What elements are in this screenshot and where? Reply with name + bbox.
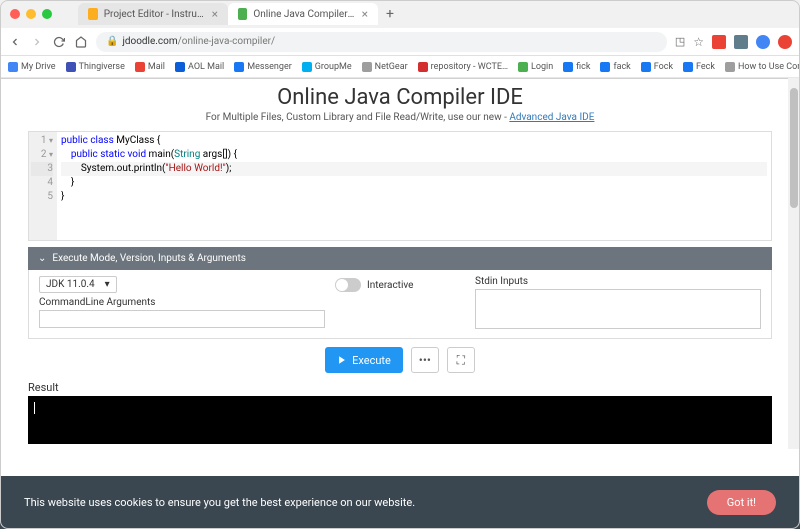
stdin-label: Stdin Inputs [475, 276, 761, 287]
qr-icon[interactable]: ◳ [675, 35, 685, 48]
window-close[interactable] [10, 9, 20, 19]
window-controls: Project Editor - Instructables × Online … [0, 0, 800, 28]
cookie-banner: This website uses cookies to ensure you … [0, 476, 800, 529]
ext-icon[interactable] [734, 35, 748, 49]
execute-button[interactable]: Execute [325, 347, 403, 373]
favicon-icon [238, 8, 247, 20]
bookmark-item[interactable]: Login [518, 62, 553, 72]
cmd-args-input[interactable] [39, 310, 325, 328]
page-subtitle: For Multiple Files, Custom Library and F… [28, 112, 772, 123]
jdk-select[interactable]: JDK 11.0.4 ▾ [39, 276, 117, 293]
cookie-accept-button[interactable]: Got it! [707, 490, 776, 515]
bookmark-item[interactable]: Mail [135, 62, 165, 72]
page-content: Online Java Compiler IDE For Multiple Fi… [0, 79, 800, 444]
favicon-icon [88, 8, 98, 20]
bookmark-item[interactable]: Fock [641, 62, 673, 72]
exec-panel-body: JDK 11.0.4 ▾ CommandLine Arguments Inter… [28, 270, 772, 339]
bookmark-item[interactable]: repository - WCTE… [418, 62, 508, 72]
more-button[interactable]: ••• [411, 347, 439, 373]
bookmark-item[interactable]: Thingiverse [66, 62, 125, 72]
window-maximize[interactable] [42, 9, 52, 19]
interactive-toggle[interactable] [335, 278, 361, 292]
bookmark-item[interactable]: fick [563, 62, 590, 72]
address-bar[interactable]: 🔒 jdoodle.com/online-java-compiler/ [96, 32, 667, 52]
browser-chrome: Project Editor - Instructables × Online … [0, 0, 800, 79]
editor-code[interactable]: public class MyClass { public static voi… [57, 132, 771, 240]
back-button[interactable] [8, 35, 22, 49]
bookmark-item[interactable]: AOL Mail [175, 62, 224, 72]
action-row: Execute ••• ⛶ [28, 347, 772, 373]
exec-panel-header[interactable]: ⌄ Execute Mode, Version, Inputs & Argume… [28, 247, 772, 270]
reload-button[interactable] [52, 35, 66, 49]
chevron-down-icon: ▾ [105, 279, 110, 290]
scrollbar-thumb[interactable] [790, 88, 798, 208]
bookmark-item[interactable]: My Drive [8, 62, 56, 72]
new-tab-button[interactable]: + [378, 6, 402, 22]
stdin-input[interactable] [475, 289, 761, 329]
fullscreen-icon: ⛶ [457, 353, 465, 368]
forward-button[interactable] [30, 35, 44, 49]
avatar[interactable] [756, 35, 770, 49]
close-icon[interactable]: × [212, 7, 218, 21]
tab-title: Online Java Compiler - Onlin… [253, 9, 355, 20]
chevron-down-icon: ⌄ [38, 253, 46, 264]
advanced-ide-link[interactable]: Advanced Java IDE [509, 112, 594, 123]
url-path: /online-java-compiler/ [178, 36, 276, 47]
bookmarks-bar: My Drive Thingiverse Mail AOL Mail Messe… [0, 56, 800, 78]
window-minimize[interactable] [26, 9, 36, 19]
bookmark-item[interactable]: NetGear [362, 62, 408, 72]
fullscreen-button[interactable]: ⛶ [447, 347, 475, 373]
execute-label: Execute [352, 354, 391, 367]
bookmark-item[interactable]: GroupMe [302, 62, 352, 72]
tab-bar: Project Editor - Instructables × Online … [78, 3, 790, 25]
tab-title: Project Editor - Instructables [104, 9, 206, 20]
ext-icon[interactable] [712, 35, 726, 49]
bookmark-item[interactable]: Feck [683, 62, 715, 72]
page-title: Online Java Compiler IDE [28, 85, 772, 110]
cmd-args-label: CommandLine Arguments [39, 297, 325, 308]
bookmark-item[interactable]: How to Use Com… [725, 62, 800, 72]
dots-icon: ••• [419, 353, 431, 367]
code-editor[interactable]: 1 ▾ 2 ▾ 3 4 5 public class MyClass { pub… [28, 131, 772, 241]
interactive-label: Interactive [367, 280, 413, 291]
ext-icon[interactable] [778, 35, 792, 49]
star-icon[interactable]: ☆ [693, 35, 704, 49]
home-button[interactable] [74, 35, 88, 49]
exec-header-label: Execute Mode, Version, Inputs & Argument… [52, 253, 246, 264]
extensions [712, 35, 792, 49]
cursor [34, 402, 35, 414]
jdk-value: JDK 11.0.4 [46, 279, 95, 290]
editor-gutter: 1 ▾ 2 ▾ 3 4 5 [29, 132, 57, 240]
cookie-text: This website uses cookies to ensure you … [24, 496, 415, 509]
result-output[interactable] [28, 396, 772, 444]
result-label: Result [28, 381, 772, 394]
tab-instructables[interactable]: Project Editor - Instructables × [78, 3, 228, 25]
close-icon[interactable]: × [362, 7, 368, 21]
lock-icon: 🔒 [106, 36, 118, 47]
scrollbar-vertical[interactable] [788, 78, 800, 449]
url-host: jdoodle.com [122, 36, 177, 47]
bookmark-item[interactable]: Messenger [234, 62, 292, 72]
tab-jdoodle[interactable]: Online Java Compiler - Onlin… × [228, 3, 378, 25]
bookmark-item[interactable]: fack [600, 62, 630, 72]
play-icon [337, 355, 347, 365]
address-row: 🔒 jdoodle.com/online-java-compiler/ ◳ ☆ [0, 28, 800, 56]
